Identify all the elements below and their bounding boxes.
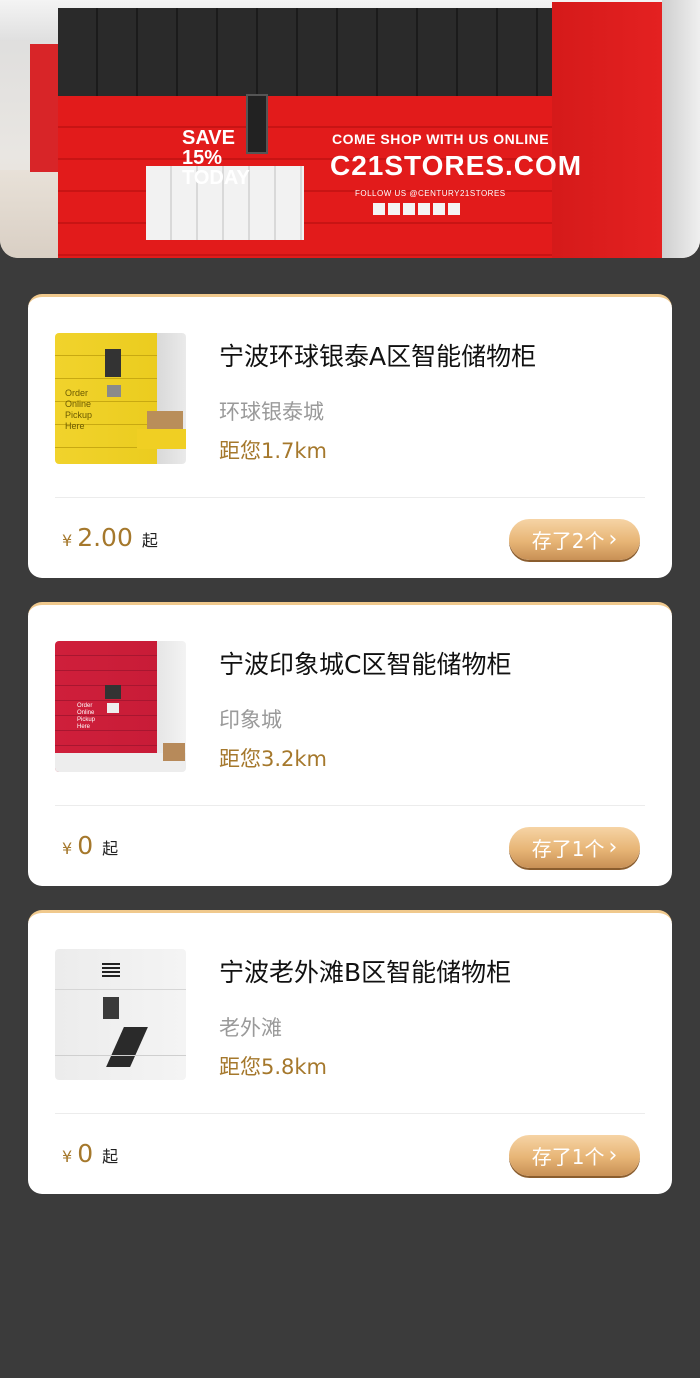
chevron-right-icon: › <box>608 835 618 860</box>
locker-thumbnail: Order Online Pickup Here <box>55 641 186 772</box>
hero-follow: FOLLOW US @CENTURY21STORES <box>355 189 506 198</box>
social-icon <box>418 203 430 215</box>
locker-title: 宁波印象城C区智能储物柜 <box>219 650 512 679</box>
price-amount: 2.00 <box>77 523 133 552</box>
divider <box>55 497 645 498</box>
hero-locker-wall-right <box>552 2 662 258</box>
hero-promo-text: SAVE 15% TODAY <box>182 127 250 189</box>
social-icon <box>448 203 460 215</box>
social-icon <box>433 203 445 215</box>
divider <box>55 1113 645 1114</box>
stored-count-button[interactable]: 存了1个 › <box>509 1135 640 1176</box>
hero-pillar <box>30 44 58 172</box>
locker-mall: 环球银泰城 <box>219 400 324 424</box>
locker-mall: 老外滩 <box>219 1016 282 1040</box>
stored-count-label: 存了1个 <box>531 1145 605 1169</box>
locker-card[interactable]: 宁波老外滩B区智能储物柜 老外滩 距您5.8km ¥ 0 起 存了1个 › <box>28 910 672 1194</box>
white-locker-image <box>55 949 186 1080</box>
stored-count-label: 存了2个 <box>531 529 605 553</box>
locker-distance: 距您5.8km <box>219 1055 328 1079</box>
locker-title: 宁波环球银泰A区智能储物柜 <box>219 342 537 371</box>
locker-price: ¥ 2.00 起 <box>62 523 158 552</box>
locker-distance: 距您3.2km <box>219 747 328 771</box>
hero-domain: C21STORES.COM <box>330 150 583 181</box>
chevron-right-icon: › <box>608 527 618 552</box>
locker-thumbnail: Order Online Pickup Here <box>55 333 186 464</box>
locker-title: 宁波老外滩B区智能储物柜 <box>219 958 512 987</box>
thumb-caption: Order Online Pickup Here <box>77 703 96 730</box>
social-icon <box>388 203 400 215</box>
locker-price: ¥ 0 起 <box>62 1139 118 1168</box>
social-icon <box>373 203 385 215</box>
social-icon <box>403 203 415 215</box>
price-suffix: 起 <box>141 531 158 550</box>
locker-mall: 印象城 <box>219 708 282 732</box>
locker-card[interactable]: Order Online Pickup Here 宁波环球银泰A区智能储物柜 环… <box>28 294 672 578</box>
stored-count-button[interactable]: 存了1个 › <box>509 827 640 868</box>
hero-tagline: COME SHOP WITH US ONLINE <box>332 131 550 147</box>
locker-distance: 距您1.7km <box>219 439 328 463</box>
locker-thumbnail <box>55 949 186 1080</box>
currency-symbol: ¥ <box>62 839 73 858</box>
currency-symbol: ¥ <box>62 1147 73 1166</box>
hero-social-icons <box>373 203 460 215</box>
stored-count-button[interactable]: 存了2个 › <box>509 519 640 560</box>
price-amount: 0 <box>77 1139 94 1168</box>
yellow-locker-image: Order Online Pickup Here <box>55 333 186 464</box>
hero-banner[interactable]: SAVE 15% TODAY COME SHOP WITH US ONLINE … <box>0 0 700 258</box>
stored-count-label: 存了1个 <box>531 837 605 861</box>
price-suffix: 起 <box>102 839 119 858</box>
thumb-caption: Order Online Pickup Here <box>65 388 93 431</box>
price-amount: 0 <box>77 831 94 860</box>
locker-card[interactable]: Order Online Pickup Here 宁波印象城C区智能储物柜 印象… <box>28 602 672 886</box>
red-locker-image: Order Online Pickup Here <box>55 641 186 772</box>
currency-symbol: ¥ <box>62 531 73 550</box>
hero-locker-wall-top <box>58 8 628 100</box>
locker-price: ¥ 0 起 <box>62 831 118 860</box>
chevron-right-icon: › <box>608 1143 618 1168</box>
hero-wall-edge <box>662 0 700 258</box>
divider <box>55 805 645 806</box>
price-suffix: 起 <box>102 1147 119 1166</box>
